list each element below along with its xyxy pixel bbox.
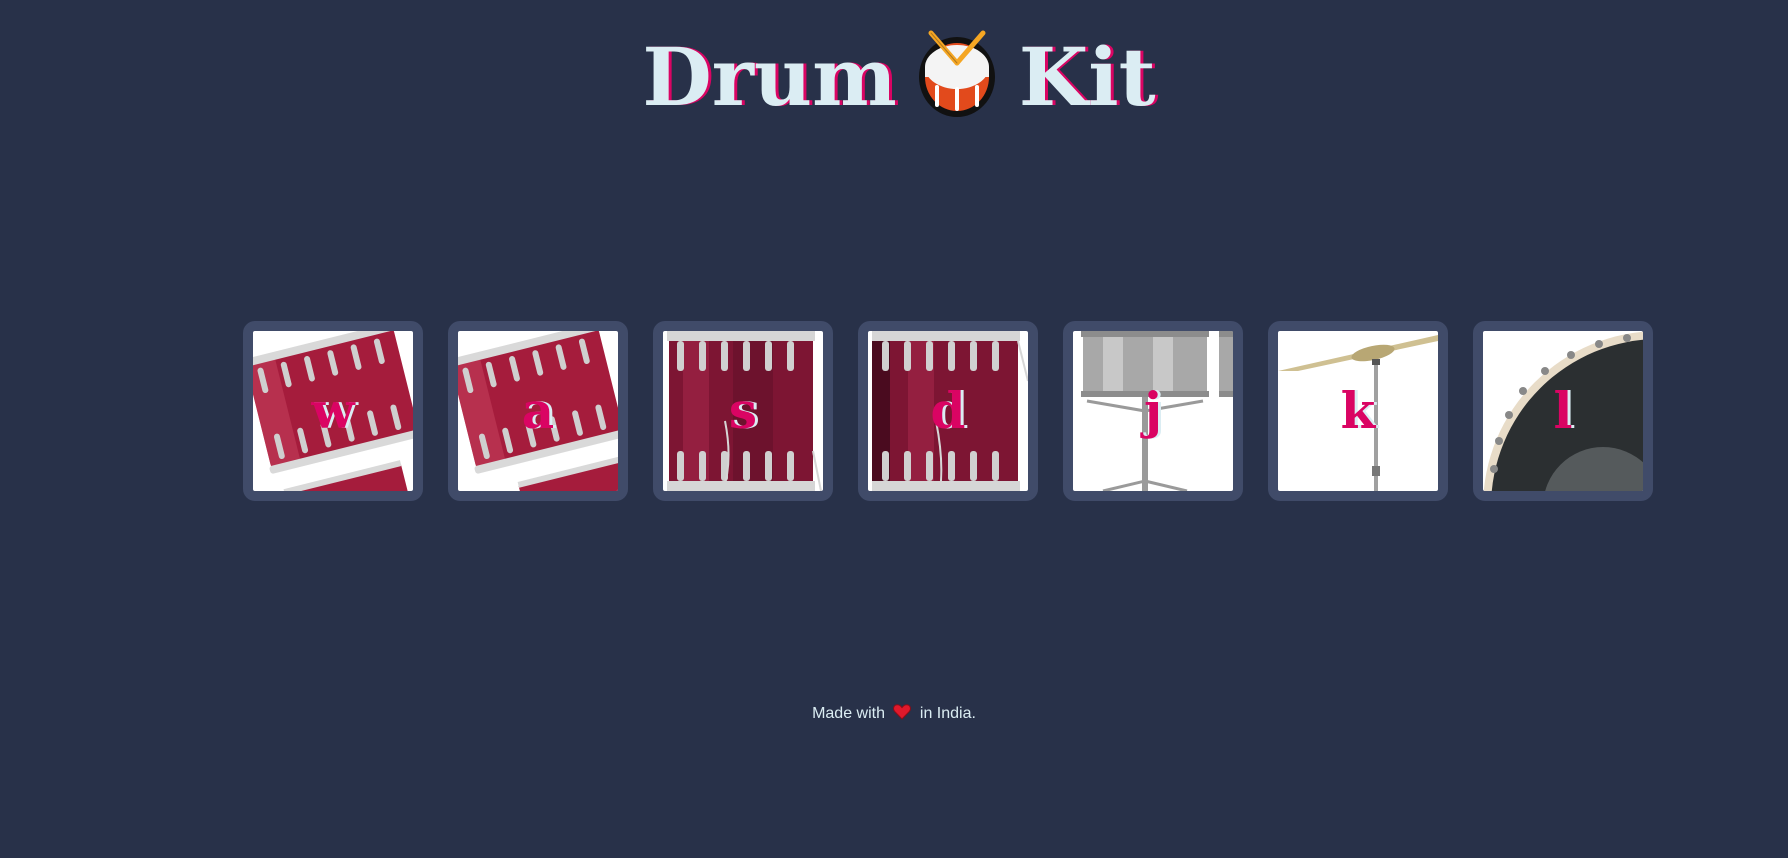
drum-button-a[interactable]: a <box>448 321 628 501</box>
drum-key-label: l <box>1553 381 1573 440</box>
drum-button-j[interactable]: j <box>1063 321 1243 501</box>
drum-key-label: s <box>728 381 758 440</box>
footer-in-india: in India. <box>919 705 976 722</box>
drum-key-label: a <box>521 381 555 440</box>
drum-icon <box>915 27 999 119</box>
page-title: Drum Kit <box>5 22 1788 125</box>
drum-button-d[interactable]: d <box>858 321 1038 501</box>
drum-button-l[interactable]: l <box>1473 321 1653 501</box>
drum-set: w a s d j k l <box>0 321 1788 501</box>
footer: Made with in India. <box>0 704 1788 725</box>
drum-key-label: d <box>930 381 966 440</box>
title-drum-text: Drum <box>642 30 897 125</box>
drum-key-label: j <box>1143 381 1163 440</box>
heart-icon <box>893 704 912 725</box>
drum-key-label: w <box>311 381 355 440</box>
drum-button-s[interactable]: s <box>653 321 833 501</box>
drum-key-label: k <box>1340 381 1376 440</box>
footer-made-with: Made with <box>812 705 885 722</box>
drum-button-k[interactable]: k <box>1268 321 1448 501</box>
title-kit-text: Kit <box>1018 30 1156 125</box>
drum-button-w[interactable]: w <box>243 321 423 501</box>
